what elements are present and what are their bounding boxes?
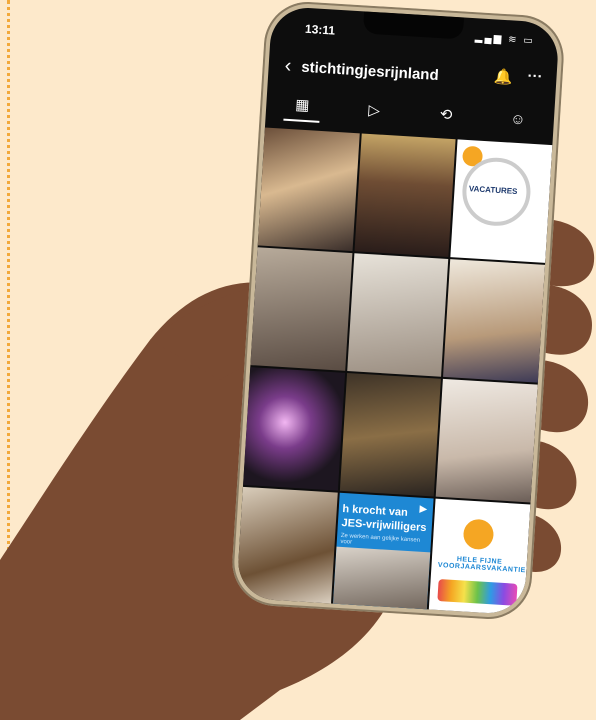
post-tile[interactable] — [250, 247, 353, 371]
status-icons: ▂▄▆ ≋ ▭ — [474, 32, 536, 47]
jes-logo-icon — [462, 518, 495, 551]
back-icon[interactable]: ‹ — [284, 55, 292, 77]
post-tile-vakantie[interactable]: HELE FIJNE VOORJAARSVAKANTIE! — [428, 498, 531, 616]
post-grid: VACATURES h krocht van JES-vrijwilligers… — [236, 127, 553, 616]
more-icon[interactable]: ··· — [527, 67, 543, 85]
post-tile-vacatures[interactable]: VACATURES — [450, 139, 553, 263]
post-tile[interactable] — [243, 367, 345, 491]
post-tile[interactable] — [257, 127, 360, 252]
tab-reposts[interactable]: ⟲ — [427, 104, 464, 130]
tab-reels[interactable]: ▷ — [355, 100, 392, 126]
post-tile[interactable] — [354, 133, 456, 257]
post-tile[interactable] — [346, 253, 449, 377]
banner-line-2: JES-vrijwilligers — [341, 516, 427, 535]
post-tile[interactable] — [436, 378, 538, 503]
post-tile[interactable] — [236, 486, 338, 611]
post-tile[interactable] — [339, 372, 442, 497]
reel-icon: ▶ — [419, 503, 428, 516]
phone-notch — [362, 11, 465, 40]
banner-line-1: h krocht van — [342, 502, 409, 519]
phone-screen: 13:11 ▂▄▆ ≋ ▭ ‹ stichtingjesrijnland 🔔 ·… — [236, 5, 560, 616]
post-tile-volunteers[interactable]: h krocht van JES-vrijwilligers Ze werken… — [332, 492, 434, 616]
post-tile[interactable] — [443, 259, 546, 383]
colorful-hands-graphic — [437, 579, 518, 606]
bell-icon[interactable]: 🔔 — [493, 67, 513, 86]
status-time: 13:11 — [304, 21, 336, 38]
vakantie-text: HELE FIJNE VOORJAARSVAKANTIE! — [437, 556, 529, 575]
tab-tagged[interactable]: ☺ — [499, 109, 536, 134]
tab-grid[interactable]: ▦ — [283, 94, 321, 123]
profile-username: stichtingjesrijnland — [300, 58, 440, 84]
banner-photo — [332, 546, 431, 616]
phone: 13:11 ▂▄▆ ≋ ▭ ‹ stichtingjesrijnland 🔔 ·… — [229, 0, 567, 622]
